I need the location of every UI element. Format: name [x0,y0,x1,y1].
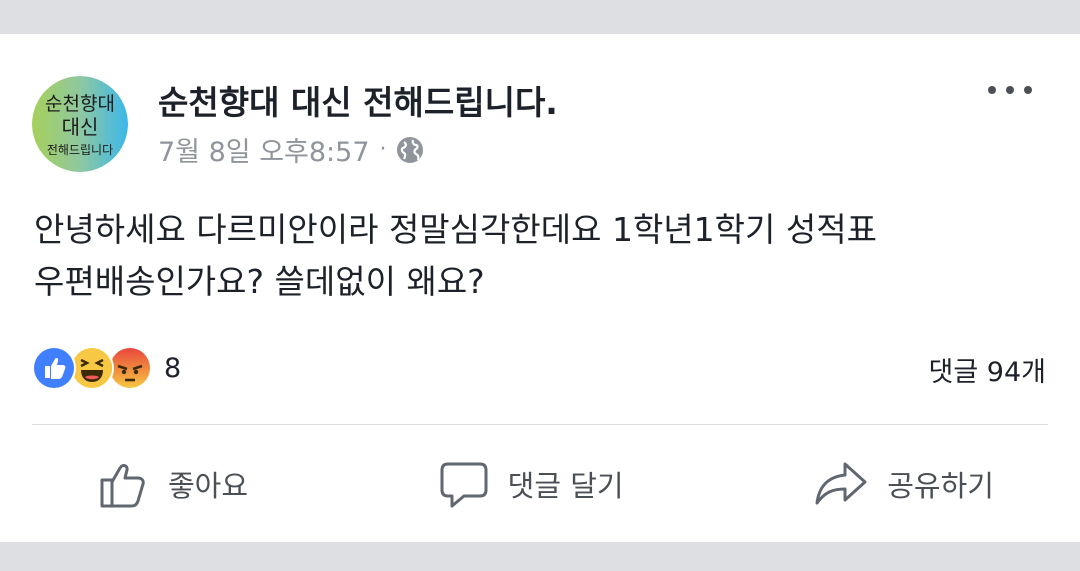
meta-separator: · [379,137,387,162]
reaction-count: 8 [164,352,182,384]
share-button-label: 공유하기 [887,469,994,503]
like-button[interactable]: 좋아요 [98,446,248,522]
haha-reaction-icon [70,346,114,390]
like-reaction-icon [32,346,76,390]
more-dot [988,86,996,94]
post-card: 순천향대 대신 전해드립니다 순천향대 대신 전해드립니다. 7월 8일 오후8… [0,34,1080,542]
share-arrow-icon [815,462,867,505]
angry-reaction-icon [108,346,152,390]
post-timestamp[interactable]: 7월 8일 오후8:57 [158,130,370,169]
avatar-text-line2: 대신 [62,115,99,139]
share-button[interactable]: 공유하기 [813,446,994,522]
avatar-image: 순천향대 대신 전해드립니다 [32,76,128,172]
post-action-bar: 좋아요 댓글 달기 공유하기 [0,446,1080,522]
avatar-text-line3: 전해드립니다 [47,143,113,157]
comment-button-label: 댓글 달기 [507,469,624,503]
globe-icon [395,135,425,165]
more-dot [1006,86,1014,94]
avatar-text-line1: 순천향대 [45,93,115,115]
post-text-line: 안녕하세요 다르미안이라 정말심각한데요 1학년1학기 성적표 [34,210,877,249]
divider [32,424,1048,425]
thumbs-up-icon [100,464,145,508]
comment-button[interactable]: 댓글 달기 [438,446,624,522]
page-name-link[interactable]: 순천향대 대신 전해드립니다. [158,76,558,124]
post-body: 안녕하세요 다르미안이라 정말심각한데요 1학년1학기 성적표 우편배송인가요?… [34,204,1054,308]
post-meta: 7월 8일 오후8:57 · [158,130,425,169]
more-dot [1024,86,1032,94]
reactions-summary[interactable]: 8 [32,346,181,390]
page-avatar[interactable]: 순천향대 대신 전해드립니다 [32,76,128,172]
more-options-icon[interactable] [988,78,1032,102]
comment-bubble-icon [440,462,488,508]
comments-count-link[interactable]: 댓글 94개 [929,350,1046,389]
post-text-line: 우편배송인가요? 쓸데없이 왜요? [34,262,485,301]
like-button-label: 좋아요 [168,469,249,503]
